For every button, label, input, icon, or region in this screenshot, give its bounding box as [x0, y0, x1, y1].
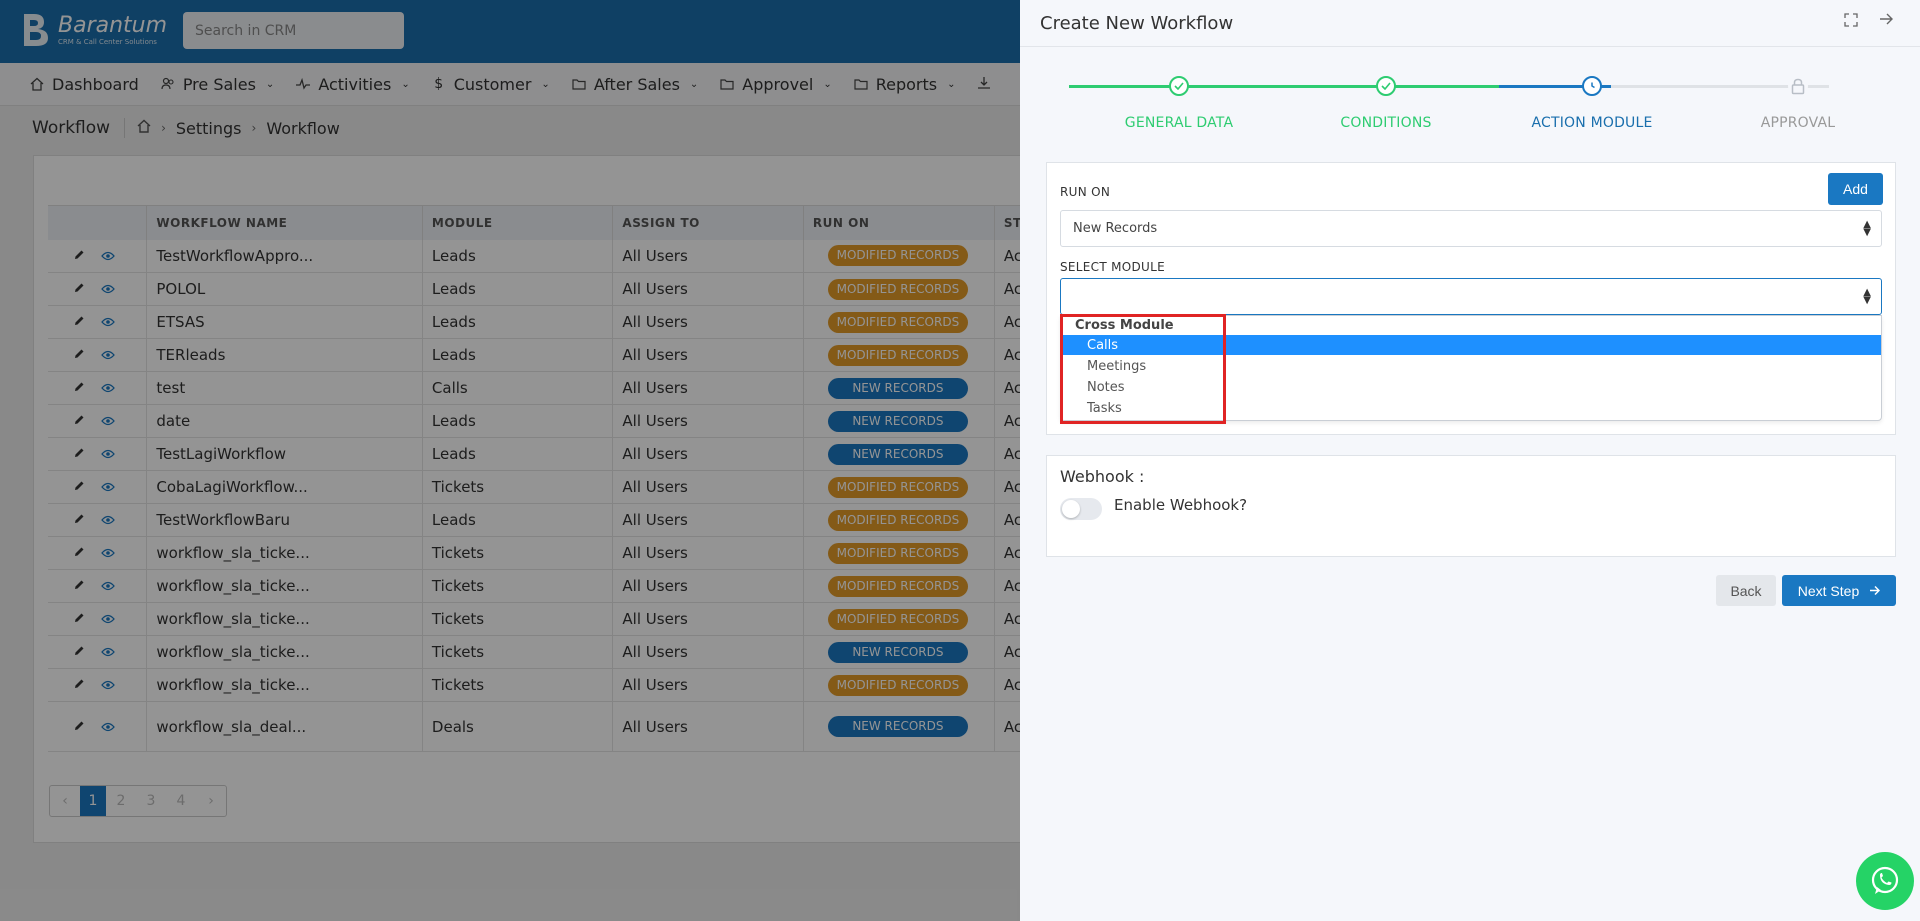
panel-title: Create New Workflow	[1040, 12, 1234, 34]
whatsapp-icon	[1871, 866, 1899, 894]
webhook-toggle[interactable]	[1060, 498, 1102, 520]
run-on-value: New Records	[1073, 221, 1158, 236]
run-on-label: RUN ON	[1060, 185, 1111, 199]
back-button[interactable]: Back	[1716, 575, 1776, 606]
select-caret-icon: ▲ ▼	[1863, 287, 1871, 306]
whatsapp-chat-button[interactable]	[1856, 852, 1914, 910]
step-check-icon[interactable]	[1376, 76, 1396, 96]
arrow-right-icon	[1869, 585, 1881, 596]
workflow-stepper: GENERAL DATA CONDITIONS ACTION MODULE APPRO…	[1069, 70, 1835, 131]
close-panel-arrow-icon[interactable]	[1878, 11, 1894, 31]
stepper-track	[1069, 85, 1499, 88]
expand-icon[interactable]	[1844, 12, 1858, 31]
highlight-annotation-box	[1060, 314, 1226, 424]
step-label: APPROVAL	[1760, 115, 1836, 131]
step-label: GENERAL DATA	[1124, 115, 1234, 131]
webhook-toggle-label: Enable Webhook?	[1114, 496, 1248, 514]
step-lock-icon[interactable]	[1788, 76, 1808, 96]
create-workflow-panel: Create New Workflow GENERAL DATA CONDITIO…	[1020, 0, 1920, 921]
select-module-label: SELECT MODULE	[1060, 260, 1165, 274]
modal-backdrop[interactable]	[0, 0, 1020, 921]
next-step-button[interactable]: Next Step	[1782, 575, 1896, 606]
toggle-knob	[1062, 500, 1080, 518]
webhook-title: Webhook :	[1060, 467, 1145, 486]
select-caret-icon: ▲ ▼	[1863, 219, 1871, 238]
step-check-icon[interactable]	[1169, 76, 1189, 96]
webhook-section: Webhook : Enable Webhook?	[1046, 455, 1896, 557]
select-module-select[interactable]: ▲ ▼	[1060, 278, 1882, 315]
step-label: ACTION MODULE	[1531, 115, 1653, 131]
next-step-label: Next Step	[1797, 582, 1860, 599]
run-on-select[interactable]: New Records ▲ ▼	[1060, 210, 1882, 247]
step-clock-icon[interactable]	[1582, 76, 1602, 96]
add-button[interactable]: Add	[1828, 173, 1883, 205]
step-label: CONDITIONS	[1340, 115, 1432, 131]
